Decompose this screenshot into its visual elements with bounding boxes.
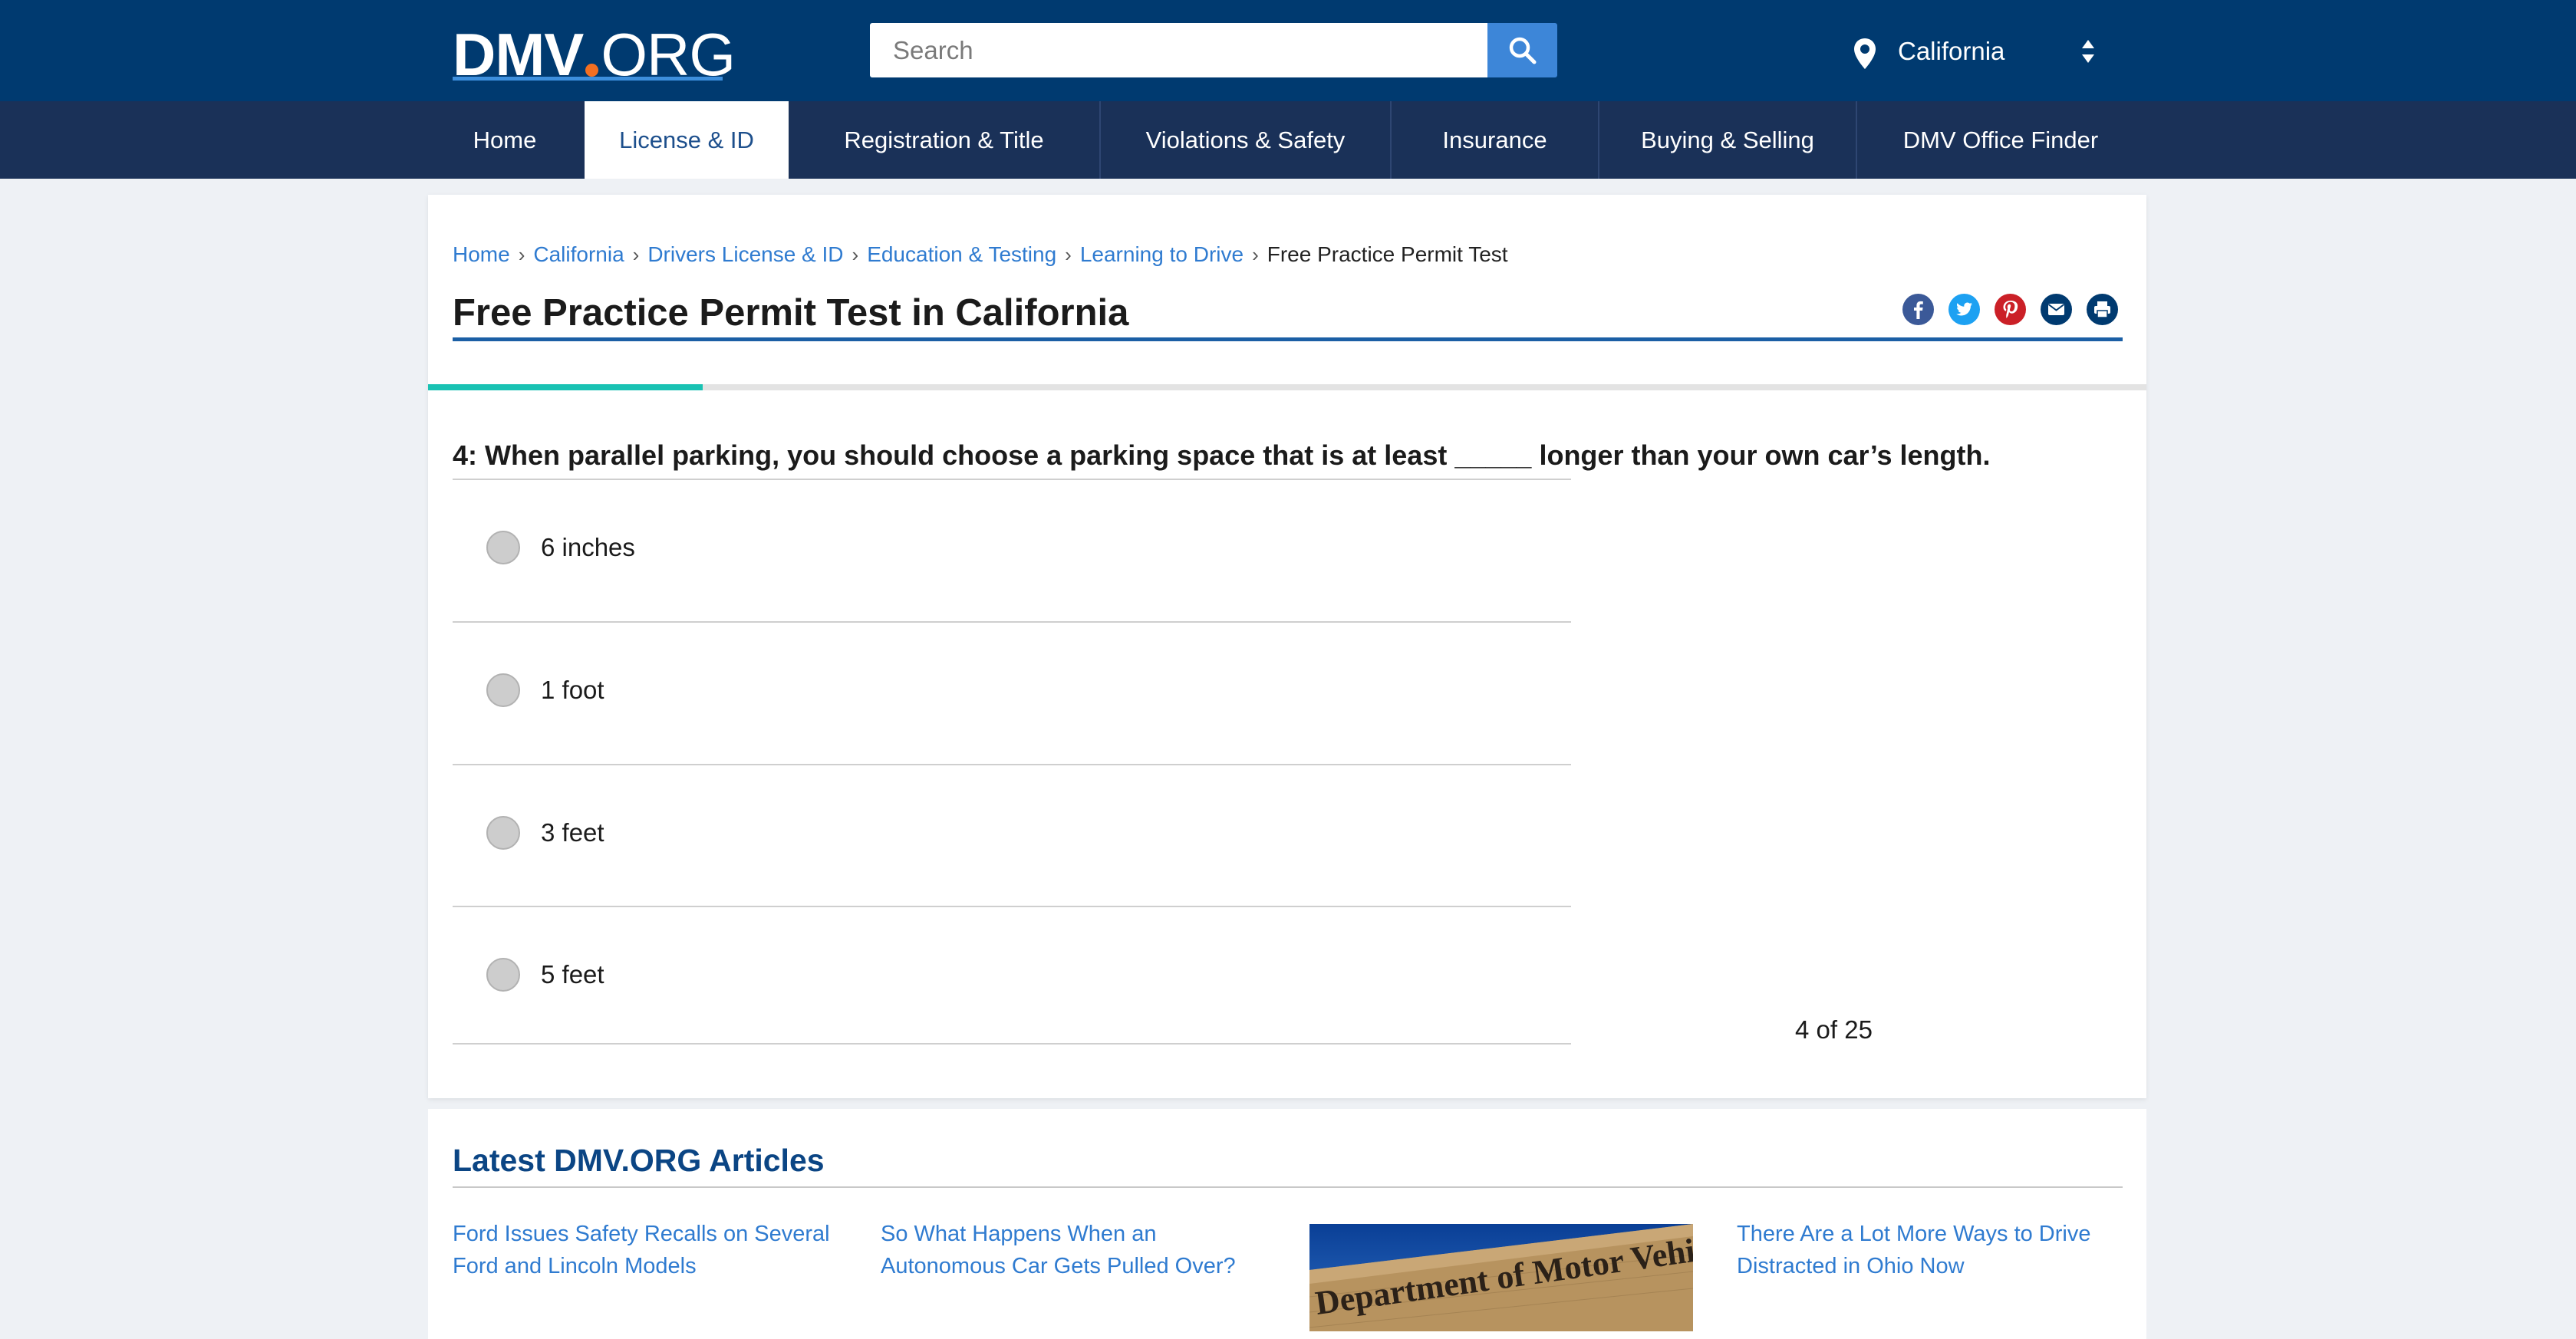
search-input[interactable]: [870, 23, 1487, 77]
dmv-org-logo[interactable]: DMV ORG: [453, 20, 736, 88]
nav-license-id[interactable]: License & ID: [585, 101, 789, 179]
email-icon: [2047, 304, 2065, 315]
breadcrumb-chevron-icon: ›: [632, 242, 640, 266]
facebook-icon: [1914, 301, 1923, 319]
breadcrumb-drivers-license[interactable]: Drivers License & ID: [647, 242, 843, 267]
logo-underline: [453, 77, 723, 81]
nav-home[interactable]: Home: [453, 101, 557, 179]
answer-divider: [453, 1043, 1571, 1045]
breadcrumb-chevron-icon: ›: [852, 242, 859, 266]
quiz-progress-bar: [428, 384, 2146, 390]
article-link-line: Distracted in Ohio Now: [1737, 1254, 1965, 1278]
quiz-progress-fill: [428, 384, 703, 390]
dmv-building-photo: Department of Motor Vehicles: [1309, 1224, 1693, 1331]
breadcrumb-california[interactable]: California: [533, 242, 624, 267]
breadcrumb-education-testing[interactable]: Education & Testing: [867, 242, 1056, 267]
share-email[interactable]: [2041, 294, 2072, 325]
select-arrows-icon[interactable]: [2080, 38, 2096, 64]
nav-violations-safety[interactable]: Violations & Safety: [1099, 101, 1390, 179]
answer-divider: [453, 764, 1571, 765]
article-link-line: Ford Issues Safety Recalls on Several: [453, 1222, 830, 1246]
share-pinterest[interactable]: [1995, 294, 2026, 325]
share-print[interactable]: [2087, 294, 2118, 325]
location-select[interactable]: California: [1898, 37, 2004, 66]
breadcrumb-chevron-icon: ›: [518, 242, 525, 266]
article-link-line: Ford and Lincoln Models: [453, 1254, 697, 1278]
logo-text-light: ORG: [601, 21, 736, 88]
page-title: Free Practice Permit Test in California: [453, 292, 1129, 334]
nav-registration-title[interactable]: Registration & Title: [789, 101, 1099, 179]
nav-buying-selling[interactable]: Buying & Selling: [1598, 101, 1856, 179]
breadcrumb-learning-to-drive[interactable]: Learning to Drive: [1080, 242, 1244, 267]
answer-label: 5 feet: [541, 960, 604, 989]
article-link-1[interactable]: Ford Issues Safety Recalls on Several Fo…: [453, 1218, 830, 1282]
answer-label: 3 feet: [541, 818, 604, 847]
nav-dmv-office-finder[interactable]: DMV Office Finder: [1856, 101, 2144, 179]
answer-option-1[interactable]: 6 inches: [453, 509, 1571, 586]
answer-label: 6 inches: [541, 533, 635, 561]
article-image[interactable]: Department of Motor Vehicles: [1309, 1224, 1693, 1331]
breadcrumb: Home › California › Drivers License & ID…: [453, 242, 1508, 267]
radio-button[interactable]: [486, 816, 520, 850]
article-link-3[interactable]: There Are a Lot More Ways to Drive Distr…: [1737, 1218, 2090, 1282]
answer-divider: [453, 906, 1571, 907]
question-text: 4: When parallel parking, you should cho…: [453, 439, 1991, 471]
breadcrumb-chevron-icon: ›: [1252, 242, 1259, 266]
share-facebook[interactable]: [1902, 294, 1934, 325]
search-icon: [1509, 37, 1536, 64]
radio-button[interactable]: [486, 958, 520, 992]
nav-insurance[interactable]: Insurance: [1390, 101, 1598, 179]
answer-label: 1 foot: [541, 676, 604, 704]
answer-option-4[interactable]: 5 feet: [453, 936, 1571, 1013]
article-link-line: There Are a Lot More Ways to Drive: [1737, 1222, 2091, 1246]
articles-divider: [453, 1186, 2123, 1188]
answer-option-3[interactable]: 3 feet: [453, 795, 1571, 871]
logo-dot: [585, 64, 599, 77]
breadcrumb-chevron-icon: ›: [1065, 242, 1072, 266]
article-link-2[interactable]: So What Happens When an Autonomous Car G…: [881, 1218, 1236, 1282]
article-link-line: Autonomous Car Gets Pulled Over?: [881, 1254, 1236, 1278]
question-counter: 4 of 25: [1795, 1015, 1873, 1044]
articles-heading: Latest DMV.ORG Articles: [453, 1143, 825, 1178]
article-link-line: So What Happens When an: [881, 1222, 1157, 1246]
answer-option-2[interactable]: 1 foot: [453, 652, 1571, 729]
pinterest-icon: [2003, 301, 2018, 318]
share-twitter[interactable]: [1948, 294, 1980, 325]
search-button[interactable]: [1487, 23, 1557, 77]
twitter-icon: [1956, 302, 1972, 316]
location-pin-icon: [1854, 38, 1876, 69]
print-icon: [2094, 301, 2110, 318]
breadcrumb-current: Free Practice Permit Test: [1267, 242, 1508, 266]
title-underline: [453, 337, 2123, 341]
radio-button[interactable]: [486, 673, 520, 707]
logo-text-bold: DMV: [453, 21, 584, 88]
radio-button[interactable]: [486, 531, 520, 564]
answer-divider: [453, 621, 1571, 623]
breadcrumb-home[interactable]: Home: [453, 242, 510, 267]
question-divider: [453, 479, 1571, 480]
